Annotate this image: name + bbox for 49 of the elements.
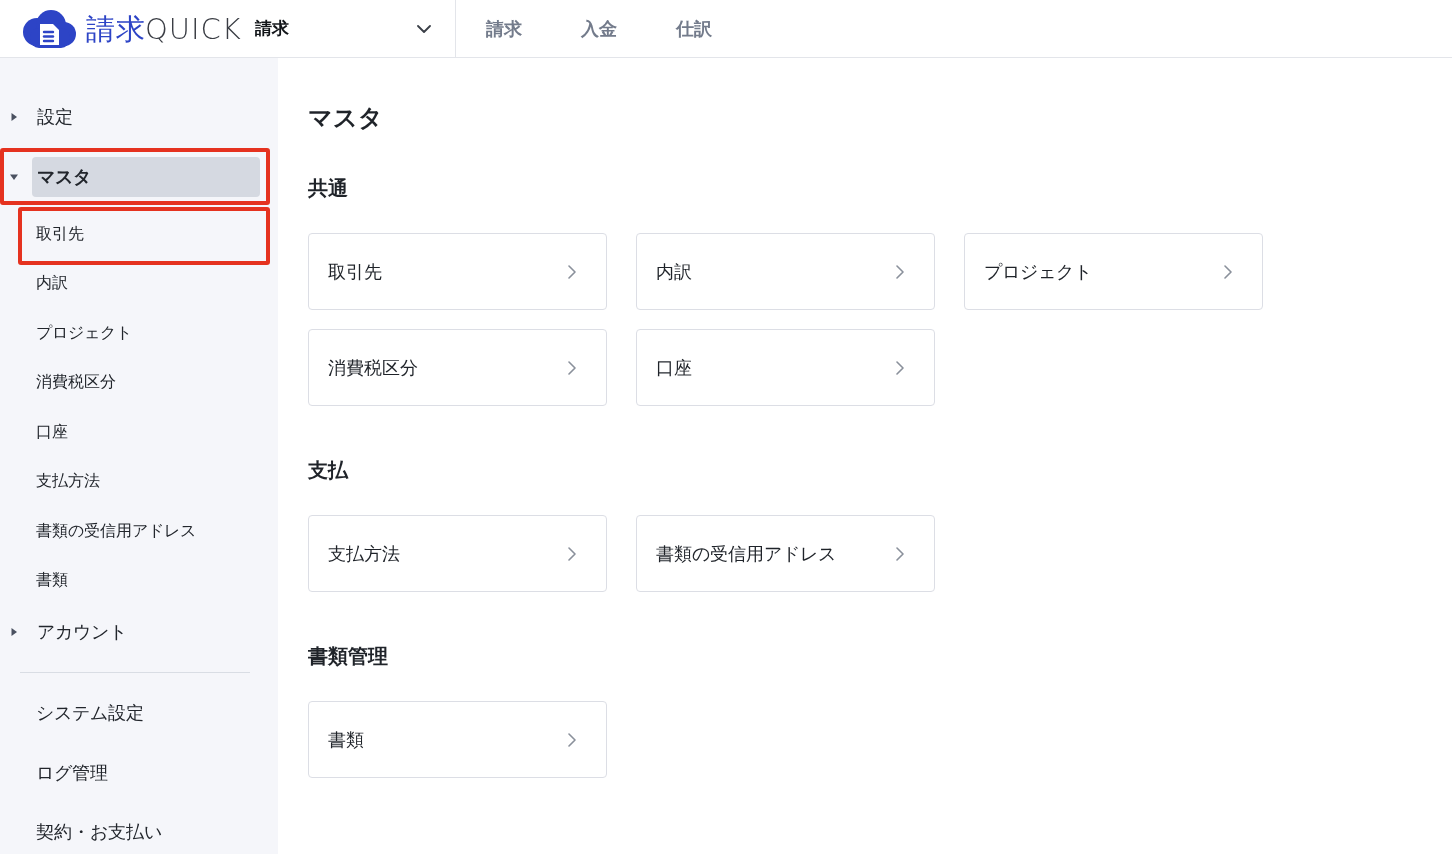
card-label: プロジェクト [984, 260, 1092, 284]
menu-card[interactable]: 内訳 [636, 233, 935, 310]
chevron-right-icon [896, 360, 904, 375]
cloud-document-icon [20, 9, 76, 48]
chevron-right-icon [568, 264, 576, 279]
chevron-right-icon [568, 546, 576, 561]
menu-card[interactable]: 書類 [308, 701, 607, 778]
section-heading: 共通 [308, 176, 348, 201]
sidebar-group[interactable]: アカウント [32, 612, 132, 652]
card-label: 内訳 [656, 260, 692, 284]
menu-card[interactable]: 消費税区分 [308, 329, 607, 406]
card-label: 消費税区分 [328, 356, 418, 380]
sidebar-item[interactable]: 消費税区分 [36, 364, 116, 401]
sidebar-item[interactable]: 内訳 [36, 265, 68, 302]
product-dropdown[interactable]: 請求 [255, 10, 431, 47]
sidebar-group[interactable]: 設定 [32, 97, 78, 137]
logo-text: 請求QUICK [86, 11, 242, 46]
nav-tab[interactable]: 仕訳 [646, 0, 741, 57]
sidebar-link[interactable]: ログ管理 [36, 752, 108, 793]
menu-card[interactable]: 支払方法 [308, 515, 607, 592]
sidebar-item[interactable]: プロジェクト [36, 315, 132, 351]
nav-tab[interactable]: 入金 [551, 0, 646, 57]
section-heading: 書類管理 [308, 644, 388, 669]
chevron-right-icon [896, 546, 904, 561]
chevron-right-icon [568, 732, 576, 747]
chevron-down-icon [417, 24, 431, 33]
menu-card[interactable]: プロジェクト [964, 233, 1263, 310]
sidebar-link[interactable]: システム設定 [36, 693, 144, 733]
page-title: マスタ [308, 103, 383, 133]
card-label: 書類の受信用アドレス [656, 542, 836, 566]
section-heading: 支払 [308, 458, 348, 483]
sidebar-item[interactable]: 書類の受信用アドレス [36, 513, 196, 549]
card-label: 支払方法 [328, 542, 400, 566]
nav-tab[interactable]: 請求 [456, 0, 551, 57]
sidebar-group[interactable]: マスタ [32, 157, 260, 197]
chevron-right-icon [896, 264, 904, 279]
sidebar-item[interactable]: 口座 [36, 414, 68, 450]
card-label: 取引先 [328, 260, 382, 284]
sidebar-link[interactable]: 契約・お支払い [36, 812, 162, 852]
menu-card[interactable]: 取引先 [308, 233, 607, 310]
card-label: 口座 [656, 356, 692, 380]
card-label: 書類 [328, 728, 364, 752]
sidebar-item[interactable]: 取引先 [36, 216, 84, 252]
menu-card[interactable]: 書類の受信用アドレス [636, 515, 935, 592]
sidebar-item[interactable]: 書類 [36, 562, 68, 599]
chevron-right-icon [568, 360, 576, 375]
menu-card[interactable]: 口座 [636, 329, 935, 406]
chevron-right-icon [1224, 264, 1232, 279]
sidebar-item[interactable]: 支払方法 [36, 463, 100, 500]
